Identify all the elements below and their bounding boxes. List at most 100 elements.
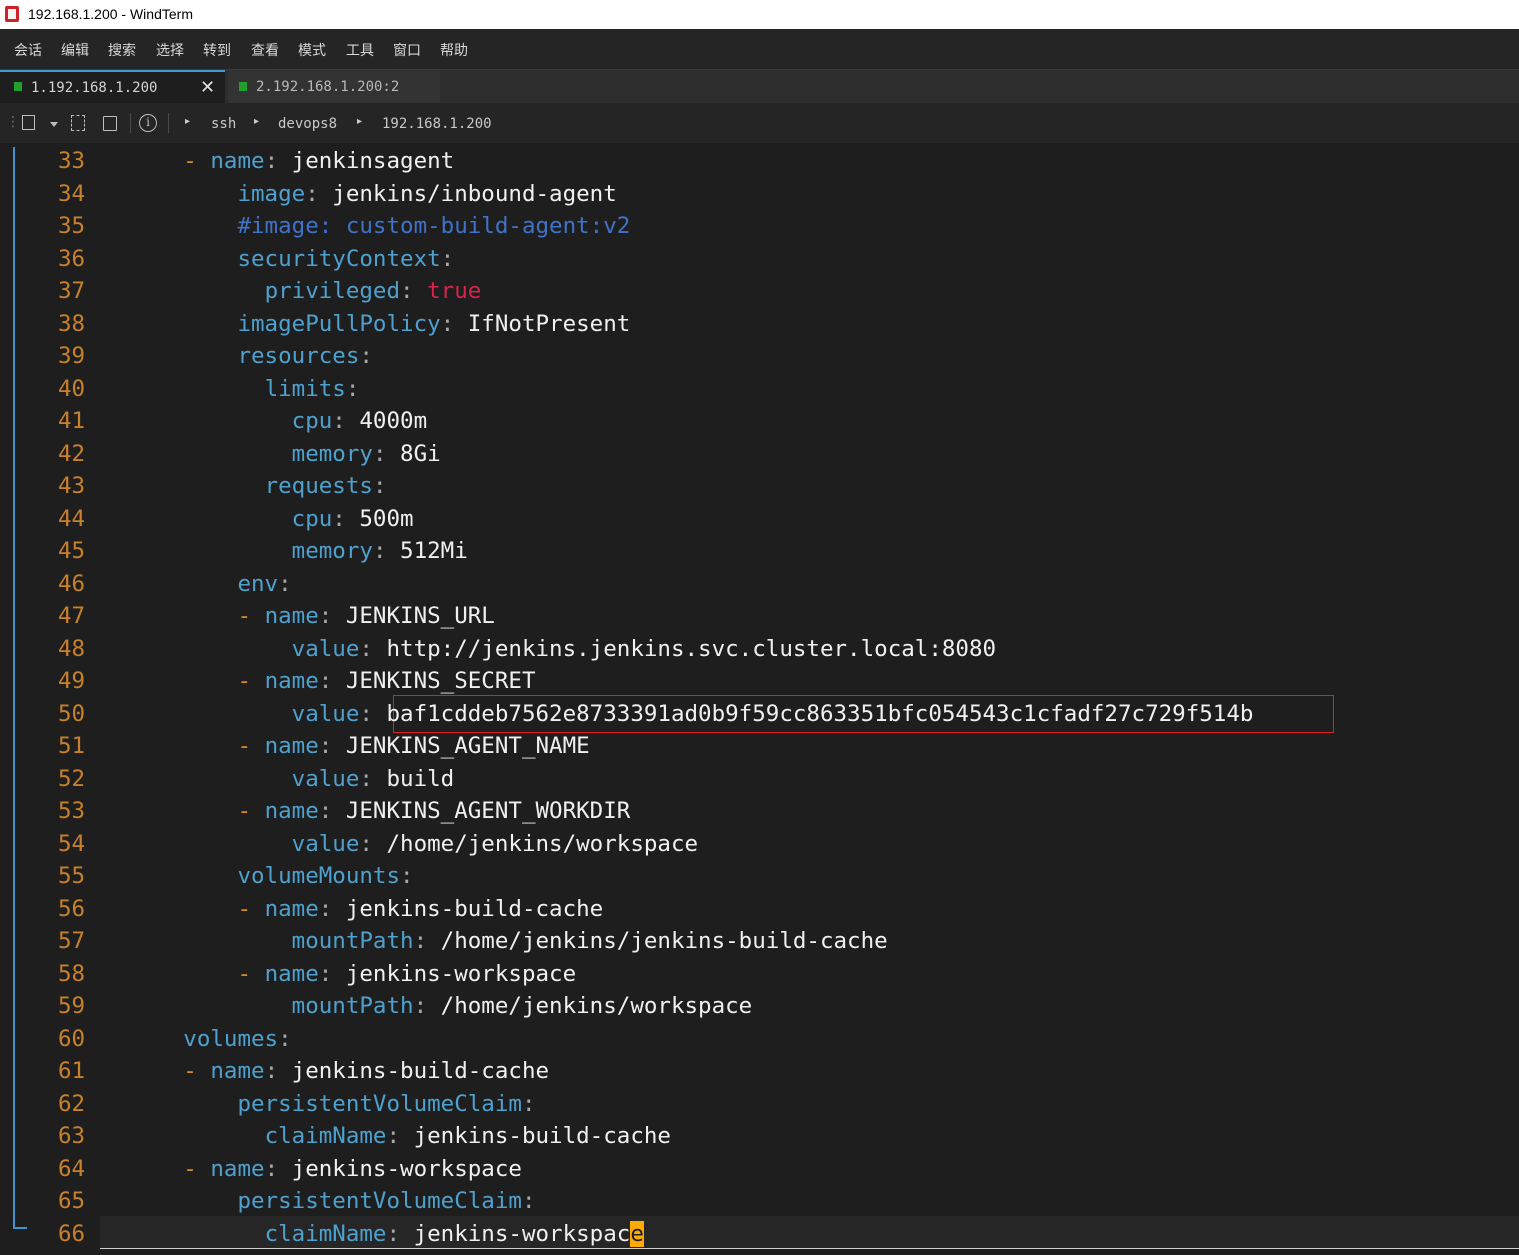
code-line: 34 image: jenkins/inbound-agent [0, 178, 1519, 210]
line-number: 50 [58, 700, 86, 727]
line-number: 51 [58, 733, 86, 759]
dropdown-icon[interactable] [50, 122, 58, 127]
copy-session-icon[interactable] [103, 116, 117, 131]
yaml-value: IfNotPresent [454, 310, 631, 337]
code-line: 66 claimName: jenkins-workspace [0, 1218, 1519, 1250]
line-number: 65 [58, 1188, 86, 1214]
menu-search[interactable]: 搜索 [108, 40, 136, 60]
line-content: image: jenkins/inbound-agent [102, 178, 617, 210]
windterm-app-icon [5, 6, 19, 22]
yaml-colon: : [440, 245, 455, 272]
code-line: 46 env: [0, 568, 1519, 600]
menu-window[interactable]: 窗口 [393, 40, 421, 60]
yaml-key: memory [291, 538, 373, 564]
line-content: memory: 8Gi [102, 438, 441, 470]
line-content: securityContext: [102, 243, 454, 275]
yaml-value: jenkins-workspac [400, 1220, 631, 1247]
yaml-key: claimName [264, 1220, 387, 1247]
tab-session-1[interactable]: 1.192.168.1.200 ✕ [0, 70, 225, 104]
code-line: 37 privileged: true [0, 275, 1519, 307]
yaml-key: volumes [183, 1025, 279, 1052]
yaml-value: jenkins/inbound-agent [318, 180, 617, 207]
yaml-colon: : [264, 1155, 279, 1182]
line-content: - name: jenkinsagent [102, 145, 454, 177]
line-content: privileged: true [102, 275, 482, 307]
menu-session[interactable]: 会话 [14, 40, 42, 60]
line-content: mountPath: /home/jenkins/jenkins-build-c… [102, 925, 888, 957]
yaml-colon: : [359, 700, 373, 727]
menu-goto[interactable]: 转到 [203, 40, 231, 60]
menu-mode[interactable]: 模式 [298, 40, 326, 60]
yaml-key: mountPath [291, 993, 414, 1019]
yaml-value: 8Gi [386, 440, 441, 467]
line-content: value: http://jenkins.jenkins.svc.cluste… [102, 633, 996, 665]
yaml-value: JENKINS_AGENT_WORKDIR [332, 798, 631, 824]
yaml-colon: : [386, 1123, 401, 1149]
breadcrumb-devops8[interactable]: devops8 [278, 116, 337, 132]
line-number: 59 [58, 993, 86, 1019]
yaml-key: env [237, 570, 279, 597]
line-content: value: baf1cddeb7562e8733391ad0b9f59cc86… [102, 698, 1254, 730]
breadcrumb-host[interactable]: 192.168.1.200 [382, 116, 492, 132]
yaml-colon: : [400, 278, 414, 304]
line-number: 37 [58, 278, 86, 304]
line-content: - name: jenkins-workspace [102, 1153, 522, 1185]
drag-handle-icon[interactable]: ⋮ [6, 114, 20, 130]
yaml-key: image [237, 180, 306, 207]
line-number: 63 [58, 1123, 86, 1149]
code-line: 40 limits: [0, 373, 1519, 405]
line-content: - name: JENKINS_AGENT_NAME [102, 730, 589, 762]
menu-view[interactable]: 查看 [251, 40, 279, 60]
line-content: - name: jenkins-build-cache [102, 893, 603, 925]
text-cursor: e [630, 1220, 644, 1247]
menu-tools[interactable]: 工具 [346, 40, 374, 60]
terminal-editor[interactable]: 33 - name: jenkinsagent 34 image: jenkins… [0, 143, 1519, 1255]
line-number: 61 [58, 1058, 86, 1084]
yaml-key: memory [291, 440, 373, 467]
code-line: 51 - name: JENKINS_AGENT_NAME [0, 730, 1519, 762]
line-number: 66 [58, 1220, 86, 1247]
yaml-value: 500m [345, 505, 414, 532]
session-status-icon [14, 82, 22, 91]
line-number: 44 [58, 505, 86, 532]
line-content: - name: JENKINS_URL [102, 600, 494, 632]
yaml-key: cpu [291, 408, 333, 434]
breadcrumb-ssh[interactable]: ssh [211, 116, 236, 132]
close-icon[interactable]: ✕ [200, 72, 215, 104]
line-content: persistentVolumeClaim: [102, 1088, 535, 1120]
code-line: 47 - name: JENKINS_URL [0, 600, 1519, 632]
duplicate-session-icon[interactable] [71, 115, 85, 131]
new-session-icon[interactable] [22, 115, 35, 130]
yaml-key: persistentVolumeClaim [237, 1090, 522, 1117]
yaml-colon: : [359, 765, 373, 792]
line-content: claimName: jenkins-build-cache [102, 1120, 671, 1152]
info-icon[interactable]: i [139, 114, 157, 132]
line-content: value: /home/jenkins/workspace [102, 828, 698, 860]
line-number: 39 [58, 343, 86, 369]
yaml-key: value [291, 830, 360, 857]
list-dash: - [237, 895, 265, 922]
menu-select[interactable]: 选择 [156, 40, 184, 60]
code-line: 60 volumes: [0, 1023, 1519, 1055]
tab-label: 1.192.168.1.200 [31, 80, 158, 96]
yaml-colon: : [359, 635, 373, 662]
menu-help[interactable]: 帮助 [440, 40, 468, 60]
tab-session-2[interactable]: 2.192.168.1.200:2 [228, 70, 440, 104]
line-number: 34 [58, 180, 86, 207]
tab-bar: 1.192.168.1.200 ✕ 2.192.168.1.200:2 [0, 69, 1519, 104]
yaml-colon: : [332, 505, 346, 532]
line-number: 47 [58, 603, 86, 629]
menu-edit[interactable]: 编辑 [61, 40, 89, 60]
breadcrumb-arrow-icon: ▸ [185, 116, 191, 127]
yaml-colon: : [318, 798, 333, 824]
